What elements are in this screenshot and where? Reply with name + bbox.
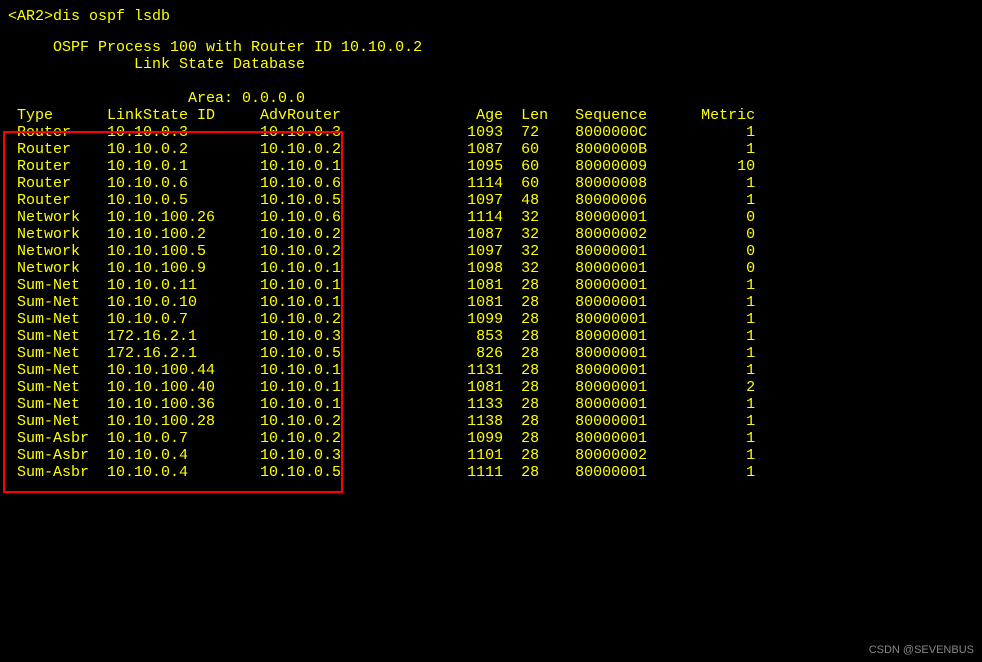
table-row: Router 10.10.0.5 10.10.0.5 1097 48 80000… <box>8 192 974 209</box>
table-row: Sum-Net 10.10.100.40 10.10.0.1 1081 28 8… <box>8 379 974 396</box>
command-prompt[interactable]: <AR2>dis ospf lsdb <box>8 8 974 25</box>
table-row: Network 10.10.100.2 10.10.0.2 1087 32 80… <box>8 226 974 243</box>
table-row: Sum-Net 10.10.100.44 10.10.0.1 1131 28 8… <box>8 362 974 379</box>
table-body: Router 10.10.0.3 10.10.0.3 1093 72 80000… <box>8 124 974 481</box>
table-row: Sum-Net 10.10.0.7 10.10.0.2 1099 28 8000… <box>8 311 974 328</box>
table-row: Sum-Net 10.10.0.10 10.10.0.1 1081 28 800… <box>8 294 974 311</box>
table-header: Type LinkState ID AdvRouter Age Len Sequ… <box>8 107 974 124</box>
table-row: Network 10.10.100.9 10.10.0.1 1098 32 80… <box>8 260 974 277</box>
table-row: Network 10.10.100.26 10.10.0.6 1114 32 8… <box>8 209 974 226</box>
ospf-title: OSPF Process 100 with Router ID 10.10.0.… <box>8 39 974 56</box>
table-row: Sum-Asbr 10.10.0.4 10.10.0.3 1101 28 800… <box>8 447 974 464</box>
area-line: Area: 0.0.0.0 <box>8 90 974 107</box>
table-row: Sum-Net 10.10.100.36 10.10.0.1 1133 28 8… <box>8 396 974 413</box>
table-row: Router 10.10.0.1 10.10.0.1 1095 60 80000… <box>8 158 974 175</box>
table-row: Network 10.10.100.5 10.10.0.2 1097 32 80… <box>8 243 974 260</box>
table-row: Sum-Net 10.10.0.11 10.10.0.1 1081 28 800… <box>8 277 974 294</box>
table-row: Router 10.10.0.3 10.10.0.3 1093 72 80000… <box>8 124 974 141</box>
table-row: Router 10.10.0.2 10.10.0.2 1087 60 80000… <box>8 141 974 158</box>
table-row: Sum-Net 172.16.2.1 10.10.0.5 826 28 8000… <box>8 345 974 362</box>
table-row: Sum-Net 10.10.100.28 10.10.0.2 1138 28 8… <box>8 413 974 430</box>
prompt-prefix: <AR2> <box>8 8 53 25</box>
table-row: Router 10.10.0.6 10.10.0.6 1114 60 80000… <box>8 175 974 192</box>
ospf-subtitle: Link State Database <box>8 56 974 73</box>
watermark: CSDN @SEVENBUS <box>869 644 974 656</box>
command-text: dis ospf lsdb <box>53 8 170 25</box>
table-row: Sum-Asbr 10.10.0.4 10.10.0.5 1111 28 800… <box>8 464 974 481</box>
blank-line <box>8 73 974 90</box>
table-row: Sum-Asbr 10.10.0.7 10.10.0.2 1099 28 800… <box>8 430 974 447</box>
table-row: Sum-Net 172.16.2.1 10.10.0.3 853 28 8000… <box>8 328 974 345</box>
